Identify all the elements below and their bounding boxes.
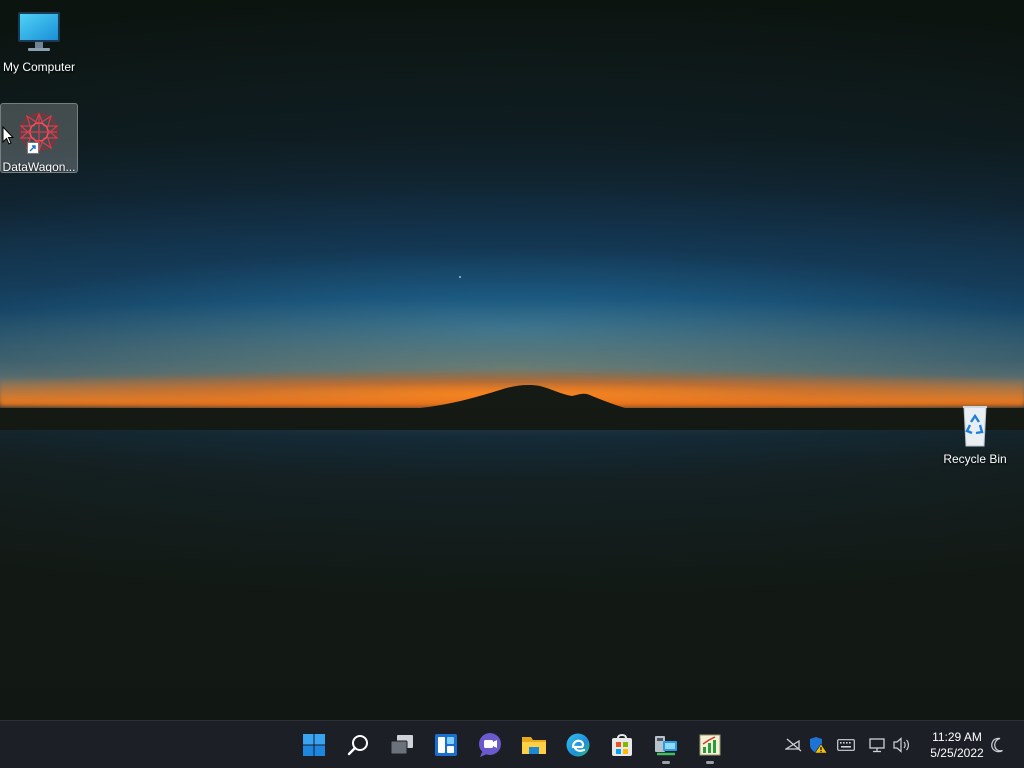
teams-chat-icon — [479, 733, 501, 757]
mouse-cursor-icon — [2, 126, 14, 145]
task-view-button[interactable] — [382, 725, 422, 765]
datawagon-app-icon — [15, 110, 63, 156]
network-app-button[interactable] — [646, 725, 686, 765]
shortcut-arrow-icon — [27, 142, 39, 154]
moon-icon[interactable] — [988, 735, 1008, 755]
network-off-icon[interactable] — [784, 735, 804, 755]
running-indicator — [706, 761, 714, 764]
network-computer-icon — [655, 736, 677, 756]
store-button[interactable] — [602, 725, 642, 765]
star — [459, 276, 461, 278]
widgets-icon — [435, 734, 457, 756]
start-button[interactable] — [294, 725, 334, 765]
running-indicator — [662, 761, 670, 764]
desktop-icon-recycle-bin[interactable]: Recycle Bin — [936, 396, 1014, 466]
clock-time: 11:29 AM — [932, 730, 982, 744]
edge-button[interactable] — [558, 725, 598, 765]
task-view-icon — [390, 735, 413, 755]
taskbar: 11:29 AM 5/25/2022 — [0, 720, 1024, 768]
edge-icon — [566, 733, 590, 757]
volume-icon[interactable] — [892, 735, 912, 755]
clock-date: 5/25/2022 — [930, 746, 984, 760]
search-icon — [347, 735, 368, 756]
monitor-icon — [15, 10, 63, 56]
mountain-silhouette — [0, 385, 1024, 430]
chart-app-icon — [699, 734, 721, 756]
desktop-icon-my-computer[interactable]: My Computer — [0, 4, 78, 74]
keyboard-icon[interactable] — [836, 735, 856, 755]
store-icon — [612, 734, 632, 756]
folder-icon — [522, 737, 546, 754]
chat-button[interactable] — [470, 725, 510, 765]
security-warning-icon[interactable] — [808, 735, 828, 755]
file-explorer-button[interactable] — [514, 725, 554, 765]
clock[interactable]: 11:29 AM 5/25/2022 — [918, 729, 996, 761]
search-button[interactable] — [338, 725, 378, 765]
recycle-bin-icon — [951, 402, 999, 448]
widgets-button[interactable] — [426, 725, 466, 765]
desktop-icon-label: Recycle Bin — [943, 452, 1007, 466]
desktop-wallpaper — [0, 0, 1024, 720]
windows-start-icon — [303, 734, 325, 756]
desktop-icon-label: My Computer — [2, 60, 76, 74]
chart-app-button[interactable] — [690, 725, 730, 765]
display-network-icon[interactable] — [868, 735, 888, 755]
desktop-icon-label: DataWagon... — [2, 160, 76, 172]
